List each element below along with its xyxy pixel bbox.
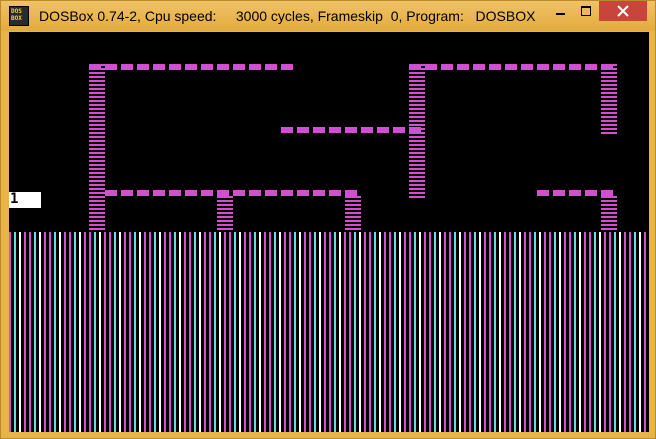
striped-floor <box>9 232 649 432</box>
wall-pillar-a <box>217 196 233 232</box>
wall-pillar-b <box>345 196 361 232</box>
counter-box: 1 <box>9 191 41 208</box>
wall-center-bar <box>281 127 425 133</box>
dosbox-window: DOS BOX DOSBox 0.74-2, Cpu speed: 3000 c… <box>0 0 656 439</box>
wall-top-right <box>409 64 617 70</box>
game-screen[interactable]: 1 <box>9 32 649 432</box>
wall-middle-ledge <box>105 190 361 196</box>
title-bar[interactable]: DOS BOX DOSBox 0.74-2, Cpu speed: 3000 c… <box>1 1 655 31</box>
window-title: DOSBox 0.74-2, Cpu speed: 3000 cycles, F… <box>39 8 536 24</box>
wall-right-pillar <box>601 196 617 232</box>
counter-value: 1 <box>10 191 19 207</box>
dosbox-icon[interactable]: DOS BOX <box>9 6 29 26</box>
icon-text-top: DOS <box>11 8 22 15</box>
wall-right-column-outer <box>601 64 617 134</box>
minimize-button[interactable] <box>547 1 573 21</box>
wall-top-left <box>89 64 297 70</box>
close-icon <box>617 5 629 17</box>
close-button[interactable] <box>599 1 647 21</box>
icon-text-bottom: BOX <box>11 15 22 22</box>
wall-left-column <box>89 64 105 232</box>
maximize-button[interactable] <box>573 1 599 21</box>
wall-right-column-inner <box>409 64 425 198</box>
